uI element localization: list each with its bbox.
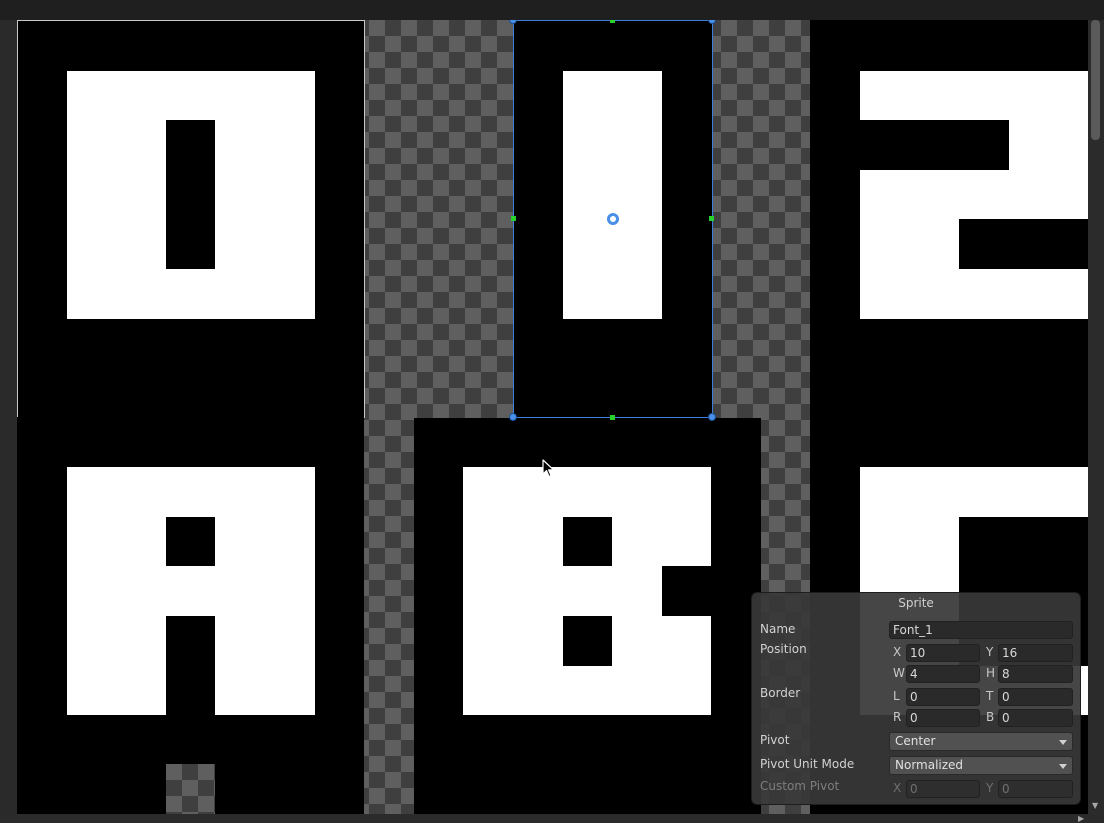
editor-top-strip <box>0 0 1104 20</box>
border-l-field[interactable]: 0 <box>906 688 980 706</box>
border-t-field[interactable]: 0 <box>998 688 1073 706</box>
position-y-field[interactable]: 16 <box>998 644 1073 662</box>
resize-handle-bottom-right[interactable] <box>708 413 716 421</box>
vertical-scrollbar-thumb[interactable] <box>1091 20 1100 140</box>
panel-title: Sprite <box>898 596 934 610</box>
scroll-down-arrow-icon[interactable]: ▼ <box>1092 802 1098 810</box>
resize-handle-left[interactable] <box>511 216 516 221</box>
mouse-cursor-icon <box>542 459 555 478</box>
position-y-label: Y <box>986 645 994 659</box>
border-b-label: B <box>986 710 995 724</box>
resize-handle-top-right[interactable] <box>708 20 716 24</box>
pivot-unit-mode-label: Pivot Unit Mode <box>760 757 855 771</box>
sprite-rect-outline <box>17 20 365 418</box>
border-t-label: T <box>986 689 994 703</box>
custom-pivot-y-label: Y <box>986 781 994 795</box>
custom-pivot-label: Custom Pivot <box>760 779 840 793</box>
position-x-field[interactable]: 10 <box>906 644 980 662</box>
sprite-inspector-panel: Sprite Name Font_1 Position X 10 Y 16 W … <box>751 592 1081 805</box>
position-w-field[interactable]: 4 <box>906 665 980 683</box>
name-field[interactable]: Font_1 <box>889 621 1073 639</box>
name-label: Name <box>760 622 796 636</box>
resize-handle-bottom-left[interactable] <box>509 413 517 421</box>
chevron-down-icon <box>1059 764 1067 769</box>
pivot-handle-icon[interactable] <box>607 213 619 225</box>
custom-pivot-x-field: 0 <box>906 780 980 798</box>
border-r-label: R <box>893 710 902 724</box>
pivot-unit-mode-dropdown[interactable]: Normalized <box>889 756 1073 775</box>
horizontal-scrollbar[interactable] <box>0 814 1088 822</box>
border-label: Border <box>760 686 801 700</box>
border-b-field[interactable]: 0 <box>998 709 1073 727</box>
resize-handle-top[interactable] <box>610 20 615 23</box>
border-l-label: L <box>893 689 900 703</box>
resize-handle-right[interactable] <box>709 216 714 221</box>
custom-pivot-y-field: 0 <box>998 780 1073 798</box>
chevron-down-icon <box>1059 740 1067 745</box>
position-h-label: H <box>986 666 996 680</box>
pivot-unit-mode-value: Normalized <box>895 758 964 772</box>
position-w-label: W <box>893 666 905 680</box>
position-x-label: X <box>893 645 902 659</box>
position-h-field[interactable]: 8 <box>998 665 1073 683</box>
pivot-dropdown-value: Center <box>895 734 936 748</box>
border-r-field[interactable]: 0 <box>906 709 980 727</box>
custom-pivot-x-label: X <box>893 781 902 795</box>
position-label: Position <box>760 642 807 656</box>
resize-handle-bottom[interactable] <box>610 415 615 420</box>
pivot-label: Pivot <box>760 733 790 747</box>
pivot-dropdown[interactable]: Center <box>889 732 1073 751</box>
